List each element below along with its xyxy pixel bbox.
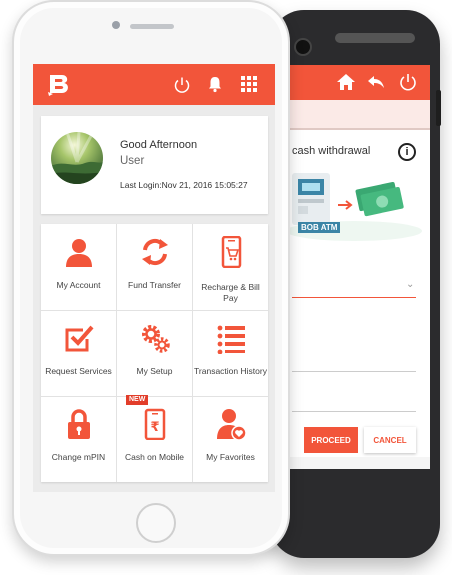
profile-card: Good Afternoon User Last Login:Nov 21, 2… — [41, 116, 268, 214]
home-button[interactable] — [136, 503, 176, 543]
cancel-button[interactable]: CANCEL — [364, 427, 416, 453]
proceed-button[interactable]: PROCEED — [304, 427, 358, 453]
chevron-down-icon[interactable]: ⌄ — [406, 279, 414, 290]
person-icon — [66, 239, 92, 267]
menu-tile-label: Recharge & Bill Pay — [201, 282, 260, 303]
rupee-mobile-icon: ₹ — [144, 408, 166, 440]
menu-tile-change-mpin[interactable]: Change mPIN — [41, 396, 116, 482]
bell-icon[interactable] — [206, 75, 224, 93]
checkbox-icon — [65, 325, 94, 352]
remarks-field[interactable] — [292, 411, 416, 412]
menu-tile-label: Request Services — [45, 366, 112, 376]
home-icon[interactable] — [336, 72, 356, 92]
gears-icon — [142, 325, 170, 353]
atm-label: BOB ATM — [298, 222, 341, 233]
svg-text:₹: ₹ — [150, 420, 159, 435]
power-icon[interactable] — [398, 72, 418, 92]
menu-tile-label: My Favorites — [206, 452, 255, 462]
back-app-bar — [282, 65, 430, 100]
bob-logo[interactable] — [47, 72, 73, 96]
menu-tile-label: Fund Transfer — [128, 280, 181, 290]
mobile-cart-icon — [221, 236, 242, 268]
new-badge: NEW — [126, 395, 149, 405]
cash-withdrawal-title: cash withdrawal — [292, 145, 371, 157]
amount-field[interactable] — [292, 371, 416, 372]
greeting-text: Good Afternoon — [120, 139, 198, 151]
front-speaker — [130, 24, 174, 29]
menu-grid: My Account Fund Transfer Recharge & Bill… — [41, 224, 268, 482]
grid-menu-icon[interactable] — [241, 76, 257, 92]
account-dropdown[interactable] — [292, 297, 416, 298]
back-bottom-strip — [282, 457, 430, 469]
menu-tile-label: Transaction History — [194, 366, 267, 376]
menu-tile-cash-on-mobile[interactable]: ₹ Cash on Mobile — [117, 396, 192, 482]
lock-icon — [68, 409, 90, 439]
user-name: User — [120, 155, 145, 167]
back-phone-side-button — [436, 90, 441, 126]
menu-tile-my-favorites[interactable]: My Favorites — [193, 396, 268, 482]
menu-tile-label: My Account — [56, 280, 101, 290]
back-phone-camera — [294, 38, 312, 56]
transfer-arrows-icon — [142, 238, 168, 266]
back-phone-screen: cash withdrawal i BOB ATM ⌄ PROCEED CANC… — [282, 65, 430, 469]
back-arrow-icon[interactable] — [366, 72, 386, 92]
back-phone-speaker — [335, 33, 415, 43]
menu-tile-my-setup[interactable]: My Setup — [117, 310, 192, 396]
menu-tile-label: Cash on Mobile — [124, 452, 185, 462]
front-phone-screen: Good Afternoon User Last Login:Nov 21, 2… — [33, 64, 275, 492]
menu-tile-transaction-history[interactable]: Transaction History — [193, 310, 268, 396]
back-sub-header — [282, 100, 430, 128]
menu-tile-my-account[interactable]: My Account — [41, 224, 116, 310]
app-bar — [33, 64, 275, 105]
avatar[interactable] — [51, 132, 103, 184]
menu-tile-recharge-bill-pay[interactable]: Recharge & Bill Pay — [193, 224, 268, 310]
list-icon — [217, 325, 245, 354]
person-heart-icon — [217, 409, 247, 440]
menu-tile-label: Change mPIN — [51, 452, 106, 462]
menu-tile-fund-transfer[interactable]: Fund Transfer — [117, 224, 192, 310]
last-login-text: Last Login:Nov 21, 2016 15:05:27 — [120, 180, 248, 190]
menu-tile-label: My Setup — [136, 366, 173, 376]
power-icon[interactable] — [173, 76, 191, 94]
menu-tile-request-services[interactable]: Request Services — [41, 310, 116, 396]
divider — [282, 128, 430, 130]
info-icon[interactable]: i — [398, 143, 416, 161]
front-camera — [112, 21, 120, 29]
